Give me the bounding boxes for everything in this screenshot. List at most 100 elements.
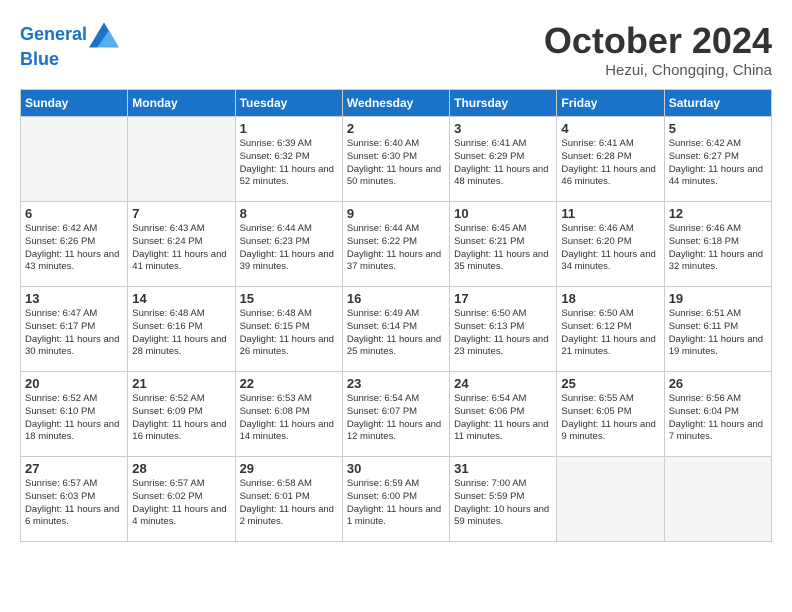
- day-details: Sunrise: 6:50 AM Sunset: 6:13 PM Dayligh…: [454, 308, 552, 359]
- calendar-cell: 13Sunrise: 6:47 AM Sunset: 6:17 PM Dayli…: [21, 287, 128, 372]
- logo: General Blue: [20, 20, 119, 70]
- calendar-cell: 27Sunrise: 6:57 AM Sunset: 6:03 PM Dayli…: [21, 457, 128, 542]
- day-number: 18: [561, 291, 659, 306]
- day-details: Sunrise: 6:54 AM Sunset: 6:06 PM Dayligh…: [454, 393, 552, 444]
- calendar-cell: 20 Sunrise: 6:52 AM Sunset: 6:10 PM Dayli…: [21, 372, 128, 457]
- weekday-header-tuesday: Tuesday: [235, 90, 342, 117]
- day-details: Sunrise: 6:48 AM Sunset: 6:15 PM Dayligh…: [240, 308, 338, 359]
- day-number: 28: [132, 461, 230, 476]
- day-details: Sunrise: 6:52 AM Sunset: 6:10 PM Dayligh…: [25, 393, 123, 444]
- day-details: Sunrise: 7:00 AM Sunset: 5:59 PM Dayligh…: [454, 478, 552, 529]
- day-details: Sunrise: 6:46 AM Sunset: 6:18 PM Dayligh…: [669, 223, 767, 274]
- weekday-header-monday: Monday: [128, 90, 235, 117]
- weekday-header-sunday: Sunday: [21, 90, 128, 117]
- day-number: 11: [561, 206, 659, 221]
- day-details: Sunrise: 6:46 AM Sunset: 6:20 PM Dayligh…: [561, 223, 659, 274]
- day-details: Sunrise: 6:53 AM Sunset: 6:08 PM Dayligh…: [240, 393, 338, 444]
- calendar-header-row: SundayMondayTuesdayWednesdayThursdayFrid…: [21, 90, 772, 117]
- day-number: 1: [240, 121, 338, 136]
- calendar-cell: 30 Sunrise: 6:59 AM Sunset: 6:00 PM Dayli…: [342, 457, 449, 542]
- day-number: 5: [669, 121, 767, 136]
- day-number: 30: [347, 461, 445, 476]
- title-block: October 2024 Hezui, Chongqing, China: [544, 20, 772, 79]
- calendar-week-1: 1 Sunrise: 6:39 AM Sunset: 6:32 PM Daylig…: [21, 117, 772, 202]
- day-details: Sunrise: 6:42 AM Sunset: 6:27 PM Dayligh…: [669, 138, 767, 189]
- day-details: Sunrise: 6:49 AM Sunset: 6:14 PM Dayligh…: [347, 308, 445, 359]
- calendar-week-5: 27Sunrise: 6:57 AM Sunset: 6:03 PM Dayli…: [21, 457, 772, 542]
- day-details: Sunrise: 6:44 AM Sunset: 6:23 PM Dayligh…: [240, 223, 338, 274]
- day-details: Sunrise: 6:50 AM Sunset: 6:12 PM Dayligh…: [561, 308, 659, 359]
- calendar-cell: 9 Sunrise: 6:44 AM Sunset: 6:22 PM Daylig…: [342, 202, 449, 287]
- day-number: 16: [347, 291, 445, 306]
- day-details: Sunrise: 6:48 AM Sunset: 6:16 PM Dayligh…: [132, 308, 230, 359]
- calendar-cell: 18 Sunrise: 6:50 AM Sunset: 6:12 PM Dayli…: [557, 287, 664, 372]
- calendar-cell: 17 Sunrise: 6:50 AM Sunset: 6:13 PM Dayli…: [450, 287, 557, 372]
- day-number: 17: [454, 291, 552, 306]
- day-number: 27: [25, 461, 123, 476]
- calendar-cell: 1 Sunrise: 6:39 AM Sunset: 6:32 PM Daylig…: [235, 117, 342, 202]
- calendar-cell: 12Sunrise: 6:46 AM Sunset: 6:18 PM Dayli…: [664, 202, 771, 287]
- calendar-cell: 15 Sunrise: 6:48 AM Sunset: 6:15 PM Dayli…: [235, 287, 342, 372]
- calendar-cell: 4 Sunrise: 6:41 AM Sunset: 6:28 PM Daylig…: [557, 117, 664, 202]
- calendar-cell: [557, 457, 664, 542]
- calendar-cell: 16 Sunrise: 6:49 AM Sunset: 6:14 PM Dayli…: [342, 287, 449, 372]
- calendar-week-2: 6Sunrise: 6:42 AM Sunset: 6:26 PM Daylig…: [21, 202, 772, 287]
- weekday-header-saturday: Saturday: [664, 90, 771, 117]
- calendar-week-3: 13Sunrise: 6:47 AM Sunset: 6:17 PM Dayli…: [21, 287, 772, 372]
- day-details: Sunrise: 6:52 AM Sunset: 6:09 PM Dayligh…: [132, 393, 230, 444]
- day-number: 9: [347, 206, 445, 221]
- day-number: 7: [132, 206, 230, 221]
- day-number: 31: [454, 461, 552, 476]
- location: Hezui, Chongqing, China: [544, 62, 772, 79]
- weekday-header-wednesday: Wednesday: [342, 90, 449, 117]
- day-number: 15: [240, 291, 338, 306]
- calendar-cell: [664, 457, 771, 542]
- weekday-header-thursday: Thursday: [450, 90, 557, 117]
- calendar-week-4: 20 Sunrise: 6:52 AM Sunset: 6:10 PM Dayli…: [21, 372, 772, 457]
- calendar-cell: 28 Sunrise: 6:57 AM Sunset: 6:02 PM Dayli…: [128, 457, 235, 542]
- logo-blue: Blue: [20, 49, 59, 69]
- day-details: Sunrise: 6:51 AM Sunset: 6:11 PM Dayligh…: [669, 308, 767, 359]
- day-details: Sunrise: 6:39 AM Sunset: 6:32 PM Dayligh…: [240, 138, 338, 189]
- day-number: 21: [132, 376, 230, 391]
- calendar-cell: 7 Sunrise: 6:43 AM Sunset: 6:24 PM Daylig…: [128, 202, 235, 287]
- logo-text: General Blue: [20, 20, 119, 70]
- calendar-cell: 10Sunrise: 6:45 AM Sunset: 6:21 PM Dayli…: [450, 202, 557, 287]
- calendar-cell: 29 Sunrise: 6:58 AM Sunset: 6:01 PM Dayli…: [235, 457, 342, 542]
- day-number: 2: [347, 121, 445, 136]
- day-details: Sunrise: 6:54 AM Sunset: 6:07 PM Dayligh…: [347, 393, 445, 444]
- calendar-cell: [21, 117, 128, 202]
- day-number: 25: [561, 376, 659, 391]
- day-details: Sunrise: 6:58 AM Sunset: 6:01 PM Dayligh…: [240, 478, 338, 529]
- day-details: Sunrise: 6:41 AM Sunset: 6:28 PM Dayligh…: [561, 138, 659, 189]
- day-number: 26: [669, 376, 767, 391]
- day-number: 29: [240, 461, 338, 476]
- day-details: Sunrise: 6:41 AM Sunset: 6:29 PM Dayligh…: [454, 138, 552, 189]
- calendar-cell: 14Sunrise: 6:48 AM Sunset: 6:16 PM Dayli…: [128, 287, 235, 372]
- calendar-cell: 23 Sunrise: 6:54 AM Sunset: 6:07 PM Dayli…: [342, 372, 449, 457]
- day-details: Sunrise: 6:57 AM Sunset: 6:02 PM Dayligh…: [132, 478, 230, 529]
- weekday-header-friday: Friday: [557, 90, 664, 117]
- calendar-body: 1 Sunrise: 6:39 AM Sunset: 6:32 PM Daylig…: [21, 117, 772, 542]
- day-details: Sunrise: 6:43 AM Sunset: 6:24 PM Dayligh…: [132, 223, 230, 274]
- calendar-cell: 6Sunrise: 6:42 AM Sunset: 6:26 PM Daylig…: [21, 202, 128, 287]
- calendar-cell: 24Sunrise: 6:54 AM Sunset: 6:06 PM Dayli…: [450, 372, 557, 457]
- calendar-cell: 22 Sunrise: 6:53 AM Sunset: 6:08 PM Dayli…: [235, 372, 342, 457]
- calendar-cell: 21 Sunrise: 6:52 AM Sunset: 6:09 PM Dayli…: [128, 372, 235, 457]
- day-number: 23: [347, 376, 445, 391]
- day-number: 6: [25, 206, 123, 221]
- day-details: Sunrise: 6:55 AM Sunset: 6:05 PM Dayligh…: [561, 393, 659, 444]
- calendar-cell: 31 Sunrise: 7:00 AM Sunset: 5:59 PM Dayli…: [450, 457, 557, 542]
- day-number: 20: [25, 376, 123, 391]
- day-details: Sunrise: 6:47 AM Sunset: 6:17 PM Dayligh…: [25, 308, 123, 359]
- day-number: 22: [240, 376, 338, 391]
- calendar-cell: 19Sunrise: 6:51 AM Sunset: 6:11 PM Dayli…: [664, 287, 771, 372]
- calendar-cell: 3Sunrise: 6:41 AM Sunset: 6:29 PM Daylig…: [450, 117, 557, 202]
- day-details: Sunrise: 6:59 AM Sunset: 6:00 PM Dayligh…: [347, 478, 445, 529]
- day-details: Sunrise: 6:45 AM Sunset: 6:21 PM Dayligh…: [454, 223, 552, 274]
- logo-general: General: [20, 24, 87, 44]
- day-number: 4: [561, 121, 659, 136]
- calendar-cell: 11 Sunrise: 6:46 AM Sunset: 6:20 PM Dayli…: [557, 202, 664, 287]
- calendar-cell: 2Sunrise: 6:40 AM Sunset: 6:30 PM Daylig…: [342, 117, 449, 202]
- day-details: Sunrise: 6:44 AM Sunset: 6:22 PM Dayligh…: [347, 223, 445, 274]
